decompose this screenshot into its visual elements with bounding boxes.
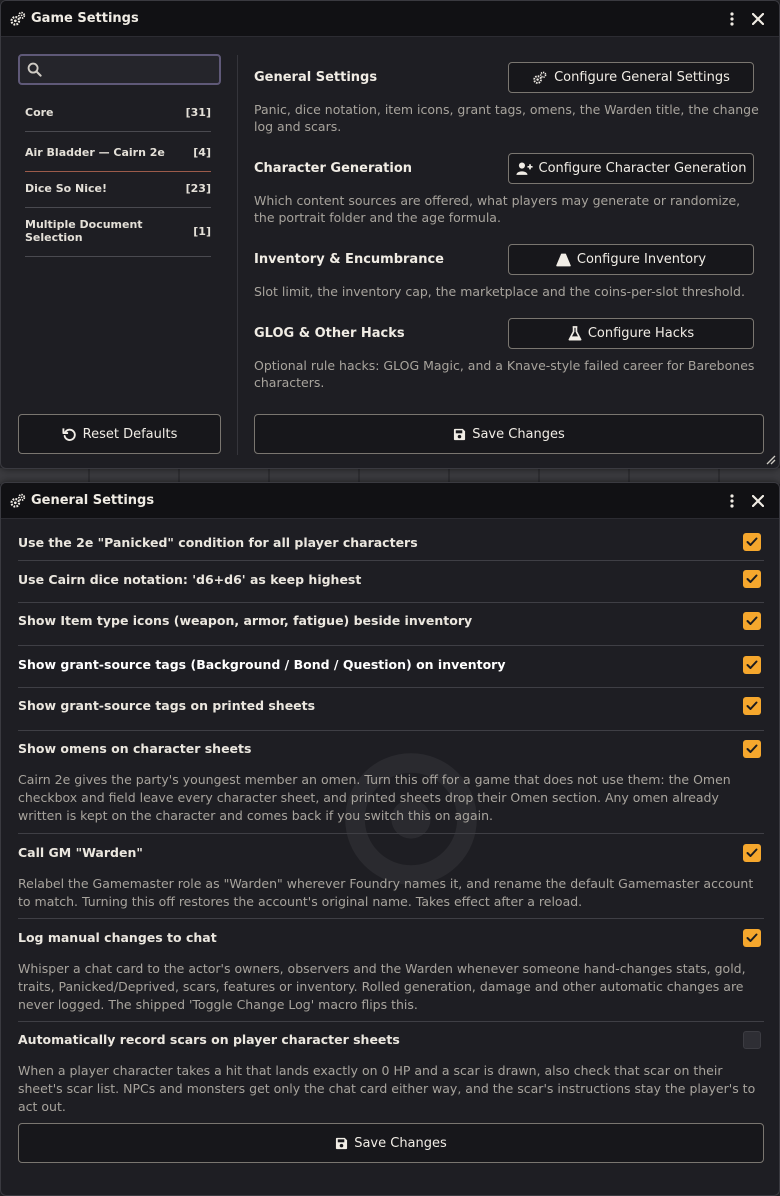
setting-row-panicked: Use the 2e "Panicked" condition for all … xyxy=(18,524,764,561)
setting-row-omens: Show omens on character sheets Cairn 2e … xyxy=(18,731,764,834)
checkbox-scars[interactable] xyxy=(743,1031,761,1049)
button-label: Configure General Settings xyxy=(554,70,730,85)
category-air-bladder[interactable]: Air Bladder — Cairn 2e [4] xyxy=(25,146,211,172)
checkmark-icon xyxy=(746,616,758,625)
category-count: [23] xyxy=(185,182,211,195)
checkbox-warden[interactable] xyxy=(743,844,761,862)
setting-label: Log manual changes to chat xyxy=(18,930,217,945)
save-changes-button[interactable]: Save Changes xyxy=(18,1123,764,1163)
checkbox-omens[interactable] xyxy=(743,740,761,758)
category-label: Multiple Document Selection xyxy=(25,218,143,244)
setting-label: Show omens on character sheets xyxy=(18,741,252,756)
checkbox-grant-tags-printed[interactable] xyxy=(743,697,761,715)
kebab-menu-icon[interactable] xyxy=(719,488,745,514)
search-icon xyxy=(27,62,42,77)
category-multiple-document-selection[interactable]: Multiple Document Selection [1] xyxy=(25,218,211,257)
category-dice-so-nice[interactable]: Dice So Nice! [23] xyxy=(25,182,211,208)
setting-label: Call GM "Warden" xyxy=(18,845,143,860)
setting-label: Show grant-source tags (Background / Bon… xyxy=(18,657,506,672)
category-label: Core xyxy=(25,106,54,119)
search-field[interactable] xyxy=(18,54,221,85)
button-label: Save Changes xyxy=(472,426,565,442)
setting-row-scars: Automatically record scars on player cha… xyxy=(18,1022,764,1114)
close-icon[interactable] xyxy=(745,488,771,514)
save-changes-button[interactable]: Save Changes xyxy=(254,414,764,454)
category-count: [4] xyxy=(193,146,211,159)
window-title: Game Settings xyxy=(31,11,139,26)
checkbox-panicked[interactable] xyxy=(743,533,761,551)
checkmark-icon xyxy=(746,701,758,710)
setting-label: Show Item type icons (weapon, armor, fat… xyxy=(18,613,473,628)
section-title-general: General Settings xyxy=(254,70,378,85)
checkmark-icon xyxy=(746,537,758,546)
gears-icon xyxy=(533,71,547,84)
search-input[interactable] xyxy=(50,58,215,81)
reset-defaults-button[interactable]: Reset Defaults xyxy=(18,414,221,454)
general-settings-titlebar[interactable]: General Settings xyxy=(1,483,779,519)
section-title-inventory: Inventory & Encumbrance xyxy=(254,252,444,267)
game-settings-window: Game Settings Core [31] Air Bladder — Ca… xyxy=(0,0,780,469)
category-count: [31] xyxy=(185,106,211,119)
category-label: Air Bladder — Cairn 2e xyxy=(25,146,165,159)
checkbox-item-icons[interactable] xyxy=(743,612,761,630)
undo-icon xyxy=(62,427,76,441)
button-label: Reset Defaults xyxy=(82,426,178,442)
category-label: Dice So Nice! xyxy=(25,182,107,195)
setting-row-grant-tags-printed: Show grant-source tags on printed sheets xyxy=(18,688,764,731)
section-desc-inventory: Slot limit, the inventory cap, the marke… xyxy=(254,284,745,299)
flask-icon xyxy=(568,326,582,341)
section-desc-general: Panic, dice notation, item icons, grant … xyxy=(254,102,759,134)
setting-row-item-icons: Show Item type icons (weapon, armor, fat… xyxy=(18,603,764,646)
bell-icon xyxy=(556,253,571,266)
kebab-menu-icon[interactable] xyxy=(719,6,745,32)
configure-hacks-button[interactable]: Configure Hacks xyxy=(508,318,754,349)
section-title-character-generation: Character Generation xyxy=(254,161,413,176)
setting-row-grant-tags-inventory: Show grant-source tags (Background / Bon… xyxy=(18,646,764,688)
gears-icon xyxy=(10,11,26,26)
category-core[interactable]: Core [31] xyxy=(25,106,211,132)
gears-icon xyxy=(10,493,26,508)
setting-label: Automatically record scars on player cha… xyxy=(18,1032,400,1047)
resize-handle-icon[interactable] xyxy=(764,453,776,465)
setting-description: Relabel the Gamemaster role as "Warden" … xyxy=(18,876,754,909)
button-label: Save Changes xyxy=(354,1135,447,1151)
section-desc-character-generation: Which content sources are offered, what … xyxy=(254,193,741,225)
configure-character-generation-button[interactable]: Configure Character Generation xyxy=(508,153,754,184)
section-desc-glog-hacks: Optional rule hacks: GLOG Magic, and a K… xyxy=(254,358,755,390)
floppy-disk-icon xyxy=(336,1137,348,1149)
user-plus-icon xyxy=(515,162,533,175)
checkbox-change-log[interactable] xyxy=(743,929,761,947)
setting-description: Whisper a chat card to the actor's owner… xyxy=(18,961,746,1012)
setting-description: Cairn 2e gives the party's youngest memb… xyxy=(18,772,731,823)
button-label: Configure Hacks xyxy=(587,326,695,341)
setting-label: Use the 2e "Panicked" condition for all … xyxy=(18,535,418,550)
checkbox-grant-tags-inventory[interactable] xyxy=(743,656,761,674)
close-icon[interactable] xyxy=(745,6,771,32)
configure-inventory-button[interactable]: Configure Inventory xyxy=(508,244,754,275)
window-title: General Settings xyxy=(31,493,155,508)
section-title-glog-hacks: GLOG & Other Hacks xyxy=(254,326,405,341)
button-label: Configure Character Generation xyxy=(538,161,747,176)
setting-row-dice-notation: Use Cairn dice notation: 'd6+d6' as keep… xyxy=(18,561,764,603)
game-settings-titlebar[interactable]: Game Settings xyxy=(1,1,779,37)
category-count: [1] xyxy=(193,224,211,238)
setting-label: Use Cairn dice notation: 'd6+d6' as keep… xyxy=(18,572,362,587)
checkmark-icon xyxy=(746,848,758,857)
checkmark-icon xyxy=(746,744,758,753)
checkmark-icon xyxy=(746,660,758,669)
setting-row-change-log: Log manual changes to chat Whisper a cha… xyxy=(18,919,764,1022)
setting-row-warden: Call GM "Warden" Relabel the Gamemaster … xyxy=(18,834,764,919)
setting-description: When a player character takes a hit that… xyxy=(18,1063,756,1114)
floppy-disk-icon xyxy=(454,428,466,440)
setting-label: Show grant-source tags on printed sheets xyxy=(18,698,316,713)
configure-general-settings-button[interactable]: Configure General Settings xyxy=(508,62,754,93)
general-settings-window: General Settings Use the 2e "Panicked" c… xyxy=(0,482,780,1196)
button-label: Configure Inventory xyxy=(576,252,707,267)
checkmark-icon xyxy=(746,574,758,583)
column-divider xyxy=(237,55,238,455)
checkmark-icon xyxy=(746,933,758,942)
checkbox-dice-notation[interactable] xyxy=(743,570,761,588)
